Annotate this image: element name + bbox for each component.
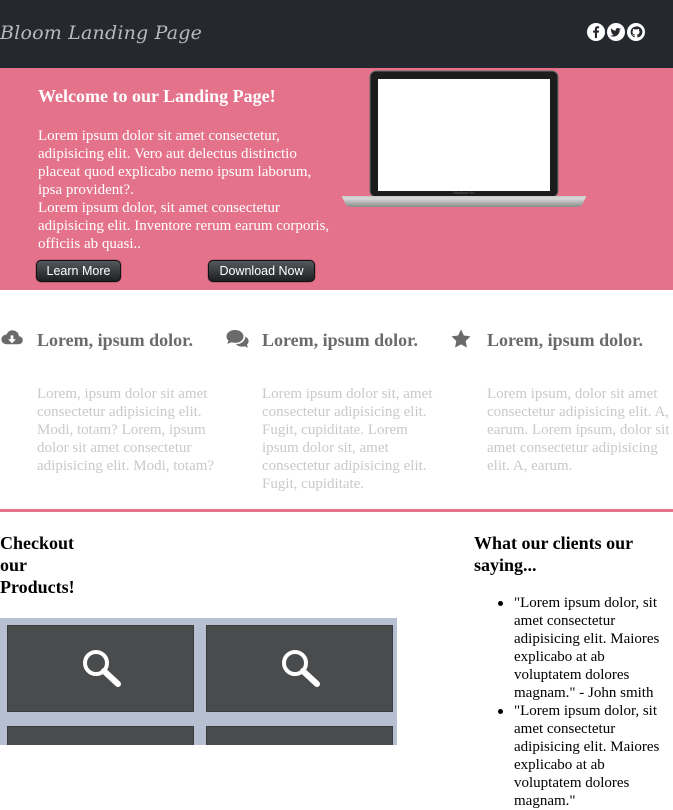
cloud-download-icon	[0, 328, 24, 353]
social-links	[587, 23, 645, 41]
github-icon[interactable]	[627, 23, 645, 41]
brand-logo[interactable]: Bloom Landing Page	[0, 22, 202, 44]
testimonials-list: "Lorem ipsum dolor, sit amet consectetur…	[474, 594, 673, 810]
hero-title: Welcome to our Landing Page!	[38, 86, 276, 106]
download-now-button[interactable]: Download Now	[208, 260, 315, 282]
top-nav-bar: Bloom Landing Page	[0, 0, 673, 68]
hero-section: Welcome to our Landing Page! Lorem ipsum…	[0, 68, 673, 290]
product-tile[interactable]	[7, 726, 194, 745]
zoom-icon	[83, 650, 121, 687]
hero-paragraph-1: Lorem ipsum dolor sit amet consectetur, …	[38, 128, 312, 198]
product-tile[interactable]	[206, 625, 393, 712]
testimonials-title: What our clients our saying...	[474, 533, 633, 575]
section-divider	[0, 509, 673, 512]
product-grid	[0, 618, 397, 745]
feature-title: Lorem, ipsum dolor.	[487, 330, 644, 350]
comments-icon	[225, 328, 251, 355]
star-icon	[450, 328, 474, 355]
product-tile[interactable]	[7, 625, 194, 712]
facebook-icon[interactable]	[587, 23, 605, 41]
feature-text: Lorem, ipsum dolor sit amet consectetur …	[37, 386, 215, 474]
product-tile[interactable]	[206, 726, 393, 745]
testimonial-item: "Lorem ipsum dolor, sit amet consectetur…	[474, 594, 673, 702]
feature-title: Lorem, ipsum dolor.	[262, 330, 419, 350]
zoom-icon	[282, 650, 320, 687]
feature-text: Lorem ipsum, dolor sit amet consectetur …	[487, 386, 670, 474]
hero-paragraph-2: Lorem ipsum dolor, sit amet consectetur …	[38, 200, 330, 252]
feature-title: Lorem, ipsum dolor.	[37, 330, 194, 350]
laptop-image: MacBook Pro	[342, 70, 586, 207]
laptop-brand-label: MacBook Pro	[453, 191, 474, 195]
feature-text: Lorem ipsum dolor sit, amet consectetur …	[262, 386, 433, 492]
twitter-icon[interactable]	[607, 23, 625, 41]
testimonial-item: "Lorem ipsum dolor, sit amet consectetur…	[474, 702, 673, 810]
products-title: Checkout our Products!	[0, 533, 75, 597]
learn-more-button[interactable]: Learn More	[36, 260, 121, 282]
